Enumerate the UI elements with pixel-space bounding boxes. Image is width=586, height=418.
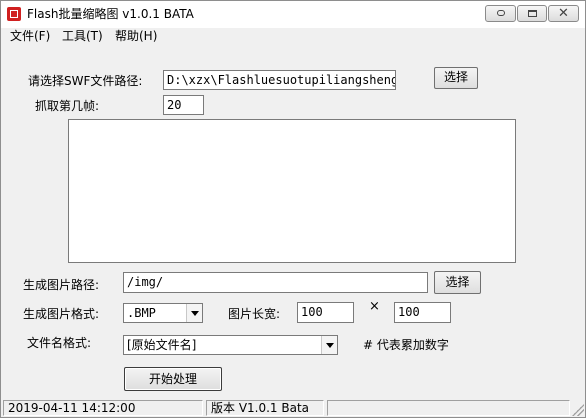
format-dropdown-icon[interactable]: [186, 304, 202, 322]
start-button[interactable]: 开始处理: [124, 367, 222, 391]
maximize-button[interactable]: [517, 5, 547, 22]
close-button[interactable]: ✕: [548, 5, 579, 22]
status-version: 版本 V1.0.1 Bata: [206, 400, 324, 416]
times-sign: ×: [369, 299, 380, 314]
filename-select[interactable]: [原始文件名]: [123, 335, 338, 355]
status-datetime: 2019-04-11 14:12:00: [3, 400, 203, 416]
app-logo-icon: [7, 7, 21, 21]
output-path-label: 生成图片路径:: [23, 278, 100, 292]
menu-help[interactable]: 帮助(H): [115, 29, 157, 44]
swf-path-input[interactable]: D:\xzx\Flashluesuotupiliangshengc: [163, 70, 396, 90]
output-path-input[interactable]: /img/: [123, 272, 428, 293]
frame-label: 抓取第几帧:: [35, 99, 100, 113]
format-select[interactable]: .BMP: [123, 303, 203, 323]
menu-tools[interactable]: 工具(T): [62, 29, 103, 44]
output-browse-button[interactable]: 选择: [434, 271, 481, 294]
format-selected-value: .BMP: [127, 306, 156, 320]
frame-input[interactable]: 20: [163, 95, 204, 115]
close-icon: ✕: [558, 6, 569, 21]
minimize-button[interactable]: [485, 5, 516, 22]
filename-dropdown-icon[interactable]: [321, 336, 337, 354]
swf-path-label: 请选择SWF文件路径:: [28, 74, 143, 88]
menu-bar: 文件(F) 工具(T) 帮助(H): [1, 28, 585, 45]
size-label: 图片长宽:: [228, 307, 281, 321]
app-window: Flash批量缩略图 v1.0.1 BATA ✕ 文件(F) 工具(T) 帮助(…: [0, 0, 586, 418]
window-title: Flash批量缩略图 v1.0.1 BATA: [27, 7, 194, 21]
format-label: 生成图片格式:: [23, 307, 100, 321]
minimize-icon: [497, 10, 505, 16]
resize-grip-icon[interactable]: [572, 404, 584, 416]
file-list-area[interactable]: [68, 119, 516, 263]
height-input[interactable]: 100: [394, 302, 451, 323]
title-bar[interactable]: Flash批量缩略图 v1.0.1 BATA ✕: [1, 1, 585, 28]
filename-label: 文件名格式:: [27, 336, 92, 350]
swf-browse-button[interactable]: 选择: [434, 67, 478, 89]
status-bar: 2019-04-11 14:12:00 版本 V1.0.1 Bata: [1, 398, 585, 417]
width-input[interactable]: 100: [297, 302, 354, 323]
filename-hint: # 代表累加数字: [363, 338, 449, 352]
maximize-icon: [528, 10, 537, 17]
filename-selected-value: [原始文件名]: [127, 338, 197, 352]
status-empty-pane: [327, 400, 570, 416]
menu-file[interactable]: 文件(F): [10, 29, 50, 44]
